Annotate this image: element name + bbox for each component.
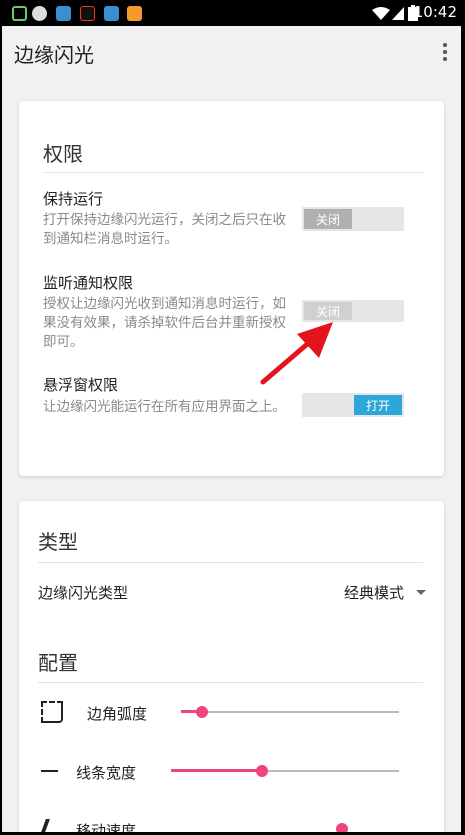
divider	[38, 682, 423, 683]
status-bar: 10:42	[2, 0, 461, 26]
app-notification-icon	[127, 6, 142, 21]
app-notification-icon	[56, 6, 71, 21]
speed-icon	[40, 819, 50, 832]
speed-label: 移动速度	[76, 822, 137, 832]
app-title: 边缘闪光	[14, 43, 94, 67]
keep-running-desc: 打开保持边缘闪光运行，关闭之后只在收到通知栏消息时运行。	[43, 212, 286, 247]
type-title: 类型	[38, 530, 78, 554]
overlay-permission-toggle[interactable]: 打开	[302, 393, 404, 417]
tiktok-icon	[80, 6, 95, 21]
toggle-label: 打开	[354, 395, 402, 415]
corner-radius-slider[interactable]	[181, 711, 399, 713]
slider-thumb[interactable]	[256, 765, 268, 777]
corner-radius-label: 边角弧度	[87, 705, 148, 723]
status-time: 10:42	[413, 3, 457, 21]
toggle-label: 关闭	[304, 209, 352, 229]
config-title: 配置	[38, 651, 78, 675]
line-width-label: 线条宽度	[76, 764, 137, 782]
flash-type-label: 边缘闪光类型	[38, 584, 129, 602]
overlay-permission-desc: 让边缘闪光能运行在所有应用界面之上。	[43, 399, 286, 415]
line-width-icon	[41, 770, 58, 772]
screen: 10:42 边缘闪光 权限 保持运行 打开保持边缘闪光运行，关闭之后只在收到通知…	[2, 0, 461, 832]
permissions-card: 权限 保持运行 打开保持边缘闪光运行，关闭之后只在收到通知栏消息时运行。 关闭 …	[19, 101, 444, 476]
corner-radius-icon	[41, 701, 63, 723]
slider-fill	[171, 769, 262, 772]
annotation-arrow-icon	[260, 322, 333, 385]
wifi-icon	[372, 7, 390, 20]
slider-thumb[interactable]	[196, 706, 208, 718]
divider	[43, 172, 423, 173]
signal-icon	[392, 7, 404, 20]
slider-thumb[interactable]	[336, 823, 348, 832]
permissions-title: 权限	[43, 142, 83, 166]
app-bar: 边缘闪光	[2, 26, 461, 78]
dropdown-arrow-icon[interactable]	[416, 590, 426, 595]
divider	[38, 562, 423, 563]
keep-running-title: 保持运行	[43, 190, 104, 208]
app-notification-icon	[104, 6, 119, 21]
settings-card: 类型 边缘闪光类型 经典模式 配置 边角弧度 线条宽度 移动速度	[19, 501, 444, 832]
notification-permission-desc: 授权让边缘闪光收到通知消息时运行，如果没有效果，请杀掉软件后台并重新授权即可。	[43, 296, 286, 350]
overlay-permission-title: 悬浮窗权限	[43, 376, 119, 394]
keep-running-toggle[interactable]: 关闭	[302, 207, 404, 231]
notification-permission-title: 监听通知权限	[43, 274, 134, 292]
more-vert-icon[interactable]	[435, 40, 455, 64]
flash-type-dropdown[interactable]: 经典模式	[344, 582, 404, 603]
notification-icon	[32, 6, 47, 21]
app-notification-icon	[12, 6, 27, 21]
